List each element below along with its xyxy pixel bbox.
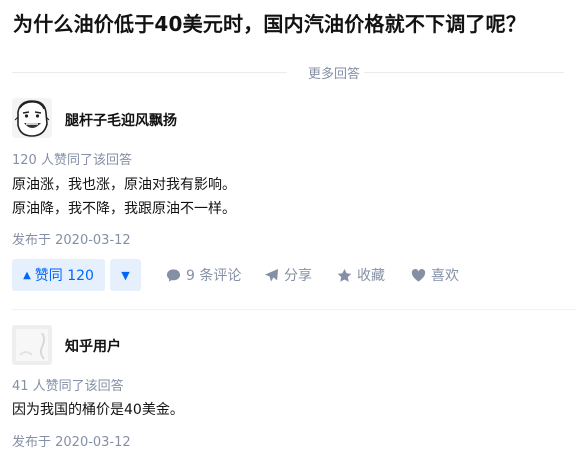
star-icon [337,268,352,282]
author-name[interactable]: 腿杆子毛迎风飘扬 [65,110,177,130]
vote-count-text: 120 人赞同了该回答 [12,153,132,168]
publish-date[interactable]: 发布于 2020-03-12 [12,431,131,450]
comment-label: 9 条评论 [186,268,242,284]
heart-icon [411,268,426,282]
triangle-up-icon: ▲ [23,269,31,281]
publish-date[interactable]: 发布于 2020-03-12 [12,229,131,248]
answer-actions: ▲ 赞同 120 ▼ 9 条评论 分享 收藏 喜欢 [12,259,572,291]
author-name[interactable]: 知乎用户 [65,336,121,356]
comment-button[interactable]: 9 条评论 [166,259,241,291]
triangle-down-icon: ▼ [121,268,130,282]
meme-face-avatar[interactable] [12,98,52,138]
answer-line: 原油降，我不降，我跟原油不一样。 [12,201,236,217]
like-button[interactable]: 喜欢 [411,259,459,291]
share-button[interactable]: 分享 [264,259,312,291]
divider-line-right [364,72,564,73]
like-label: 喜欢 [431,268,459,284]
default-user-avatar[interactable] [12,325,52,365]
answer-content: 原油涨，我也涨，原油对我有影响。 原油降，我不降，我跟原油不一样。 [12,173,236,221]
upvote-label: 赞同 120 [34,268,94,284]
collect-button[interactable]: 收藏 [337,259,385,291]
share-label: 分享 [284,268,312,284]
collect-label: 收藏 [357,268,385,284]
question-title[interactable]: 为什么油价低于40美元时，国内汽油价格就不下调了呢？ [13,8,526,37]
answer-line: 原油涨，我也涨，原油对我有影响。 [12,177,236,193]
answer-content: 因为我国的桶价是40美金。 [12,398,184,422]
answer-line: 因为我国的桶价是40美金。 [12,402,184,418]
answer-divider [12,309,576,310]
paper-plane-icon [264,268,279,282]
downvote-button[interactable]: ▼ [110,259,141,291]
vote-count-text: 41 人赞同了该回答 [12,379,124,394]
more-answers-label[interactable]: 更多回答 [308,63,360,82]
comment-icon [166,268,181,282]
divider-line-left [12,72,287,73]
upvote-button[interactable]: ▲ 赞同 120 [12,259,105,291]
more-answers-divider: 更多回答 [12,62,564,82]
